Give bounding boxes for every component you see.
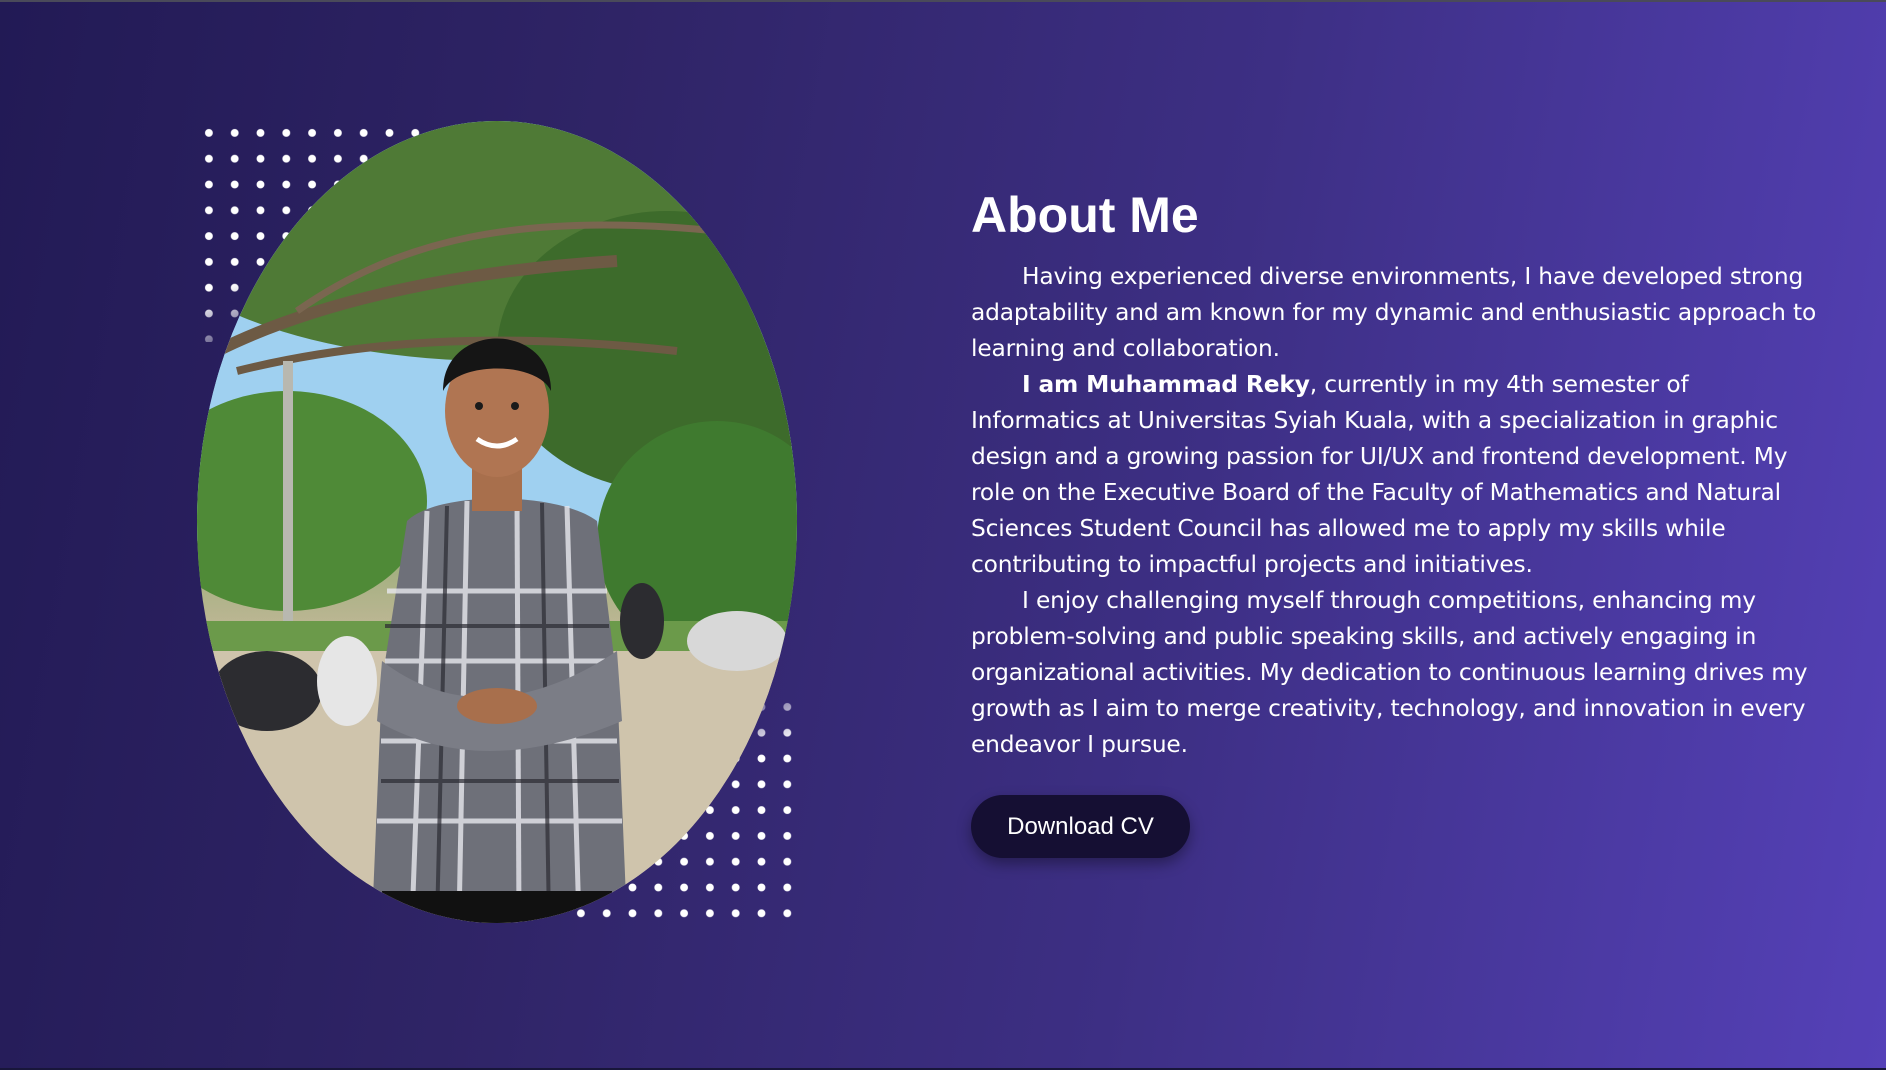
page-title: About Me: [971, 187, 1199, 243]
about-paragraph-2: I am Muhammad Reky, currently in my 4th …: [971, 367, 1821, 583]
top-border: [0, 0, 1886, 2]
name-highlight: I am Muhammad Reky: [1022, 371, 1310, 398]
profile-photo-illustration: [197, 121, 797, 923]
about-paragraph-2-text: , currently in my 4th semester of Inform…: [971, 371, 1788, 578]
about-paragraph-3: I enjoy challenging myself through compe…: [971, 587, 1808, 758]
download-cv-button[interactable]: Download CV: [971, 795, 1190, 858]
about-paragraph-1: Having experienced diverse environments,…: [971, 263, 1817, 362]
profile-photo: [197, 121, 797, 923]
about-section: About Me Having experienced diverse envi…: [971, 184, 1821, 763]
